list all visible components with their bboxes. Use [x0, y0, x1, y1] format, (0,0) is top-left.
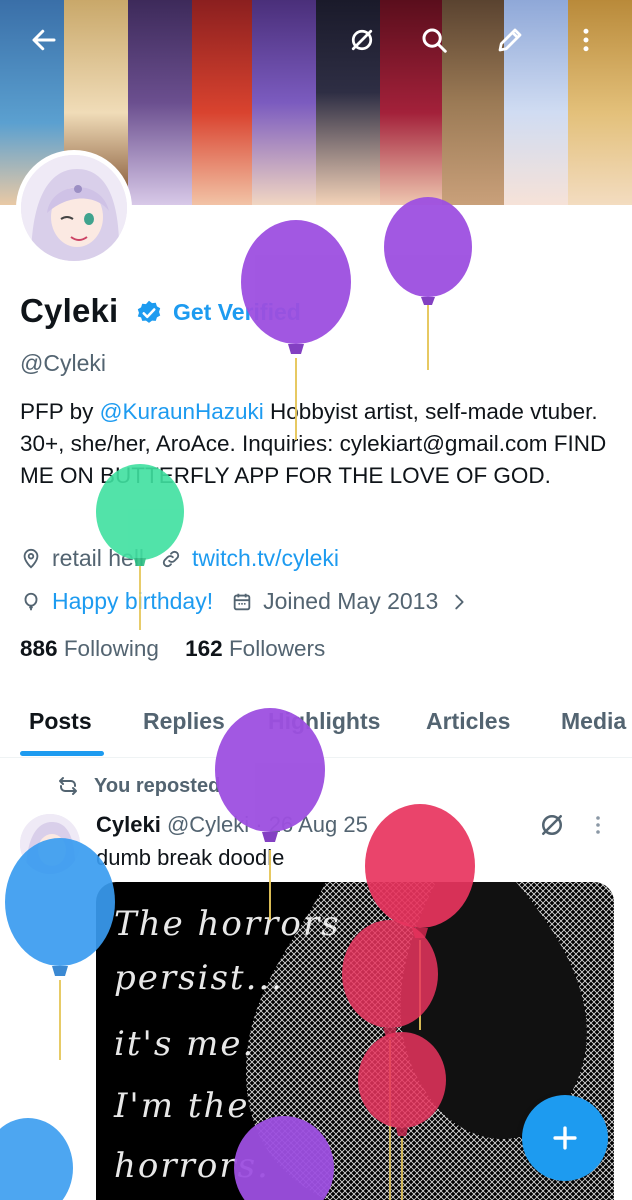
post-author-name[interactable]: Cyleki [96, 812, 161, 837]
image-text-line: it's me. [114, 1024, 256, 1064]
location-text: retail hell [52, 545, 145, 571]
following-label: Following [63, 636, 159, 661]
profile-bio: PFP by @KuraunHazuki Hobbyist artist, se… [20, 396, 620, 492]
get-verified-link[interactable]: Get Verified [173, 299, 301, 326]
grok-icon[interactable] [537, 810, 567, 840]
tab-highlights[interactable]: Highlights [268, 708, 380, 735]
following-link[interactable]: 886 Following [20, 636, 159, 661]
tab-media[interactable]: Media [561, 708, 626, 735]
repost-indicator: You reposted [56, 774, 220, 798]
chevron-right-icon[interactable] [448, 591, 470, 613]
avatar-image [21, 155, 127, 261]
post-handle-time: @Cyleki · 26 Aug 25 [166, 812, 368, 837]
link-icon [162, 550, 180, 567]
repost-icon [59, 777, 77, 795]
pen-icon[interactable] [490, 20, 530, 60]
arrow-left-icon[interactable] [24, 20, 64, 60]
location-pin-icon [23, 548, 39, 569]
followers-link[interactable]: 162 Followers [185, 636, 325, 661]
banner-panel [252, 0, 316, 205]
profile-avatar[interactable] [16, 150, 132, 266]
more-options-icon[interactable] [586, 813, 610, 837]
balloon-icon [24, 592, 38, 610]
profile-tabs: Posts Replies Highlights Articles Media [0, 688, 632, 758]
plus-icon [553, 1126, 577, 1150]
profile-name: Cyleki [20, 292, 119, 329]
post-text: dumb break doodle [96, 845, 285, 870]
bio-mention-link[interactable]: @KuraunHazuki [100, 399, 264, 424]
tab-articles[interactable]: Articles [426, 708, 510, 735]
image-text-line: The horrors [114, 904, 341, 944]
profile-handle: @Cyleki [20, 350, 106, 376]
website-link[interactable]: twitch.tv/cyleki [192, 545, 339, 572]
image-text-line: horrors. [114, 1146, 270, 1186]
search-icon[interactable] [414, 20, 454, 60]
compose-button[interactable] [522, 1095, 608, 1181]
profile-meta-row: Happy birthday! Joined May 2013 [20, 588, 480, 615]
image-text-line: persist... [114, 958, 284, 998]
repost-label: You reposted [94, 774, 221, 797]
followers-label: Followers [228, 636, 326, 661]
banner-panel [192, 0, 252, 205]
grok-icon[interactable] [342, 20, 382, 60]
following-count: 886 [20, 636, 58, 661]
profile-meta-row: retail hell twitch.tv/cyleki [20, 545, 339, 572]
followers-count: 162 [185, 636, 223, 661]
birthday-link[interactable]: Happy birthday! [52, 588, 213, 615]
image-text-line: I'm the [114, 1086, 250, 1126]
follow-counts: 886 Following 162 Followers [20, 636, 325, 662]
bio-text: PFP by [20, 399, 100, 424]
post-author-avatar[interactable] [20, 814, 80, 874]
balloon [0, 1118, 73, 1200]
tab-replies[interactable]: Replies [143, 708, 225, 735]
tab-posts[interactable]: Posts [29, 708, 92, 735]
post-header: Cyleki @Cyleki · 26 Aug 25 [96, 812, 368, 838]
calendar-icon [233, 593, 251, 610]
vertical-dots-icon[interactable] [566, 20, 606, 60]
joined-text: Joined May 2013 [263, 588, 439, 614]
verified-badge-icon[interactable] [135, 299, 163, 327]
active-tab-indicator [20, 751, 104, 756]
banner-panel [128, 0, 192, 205]
balloon [384, 197, 472, 370]
